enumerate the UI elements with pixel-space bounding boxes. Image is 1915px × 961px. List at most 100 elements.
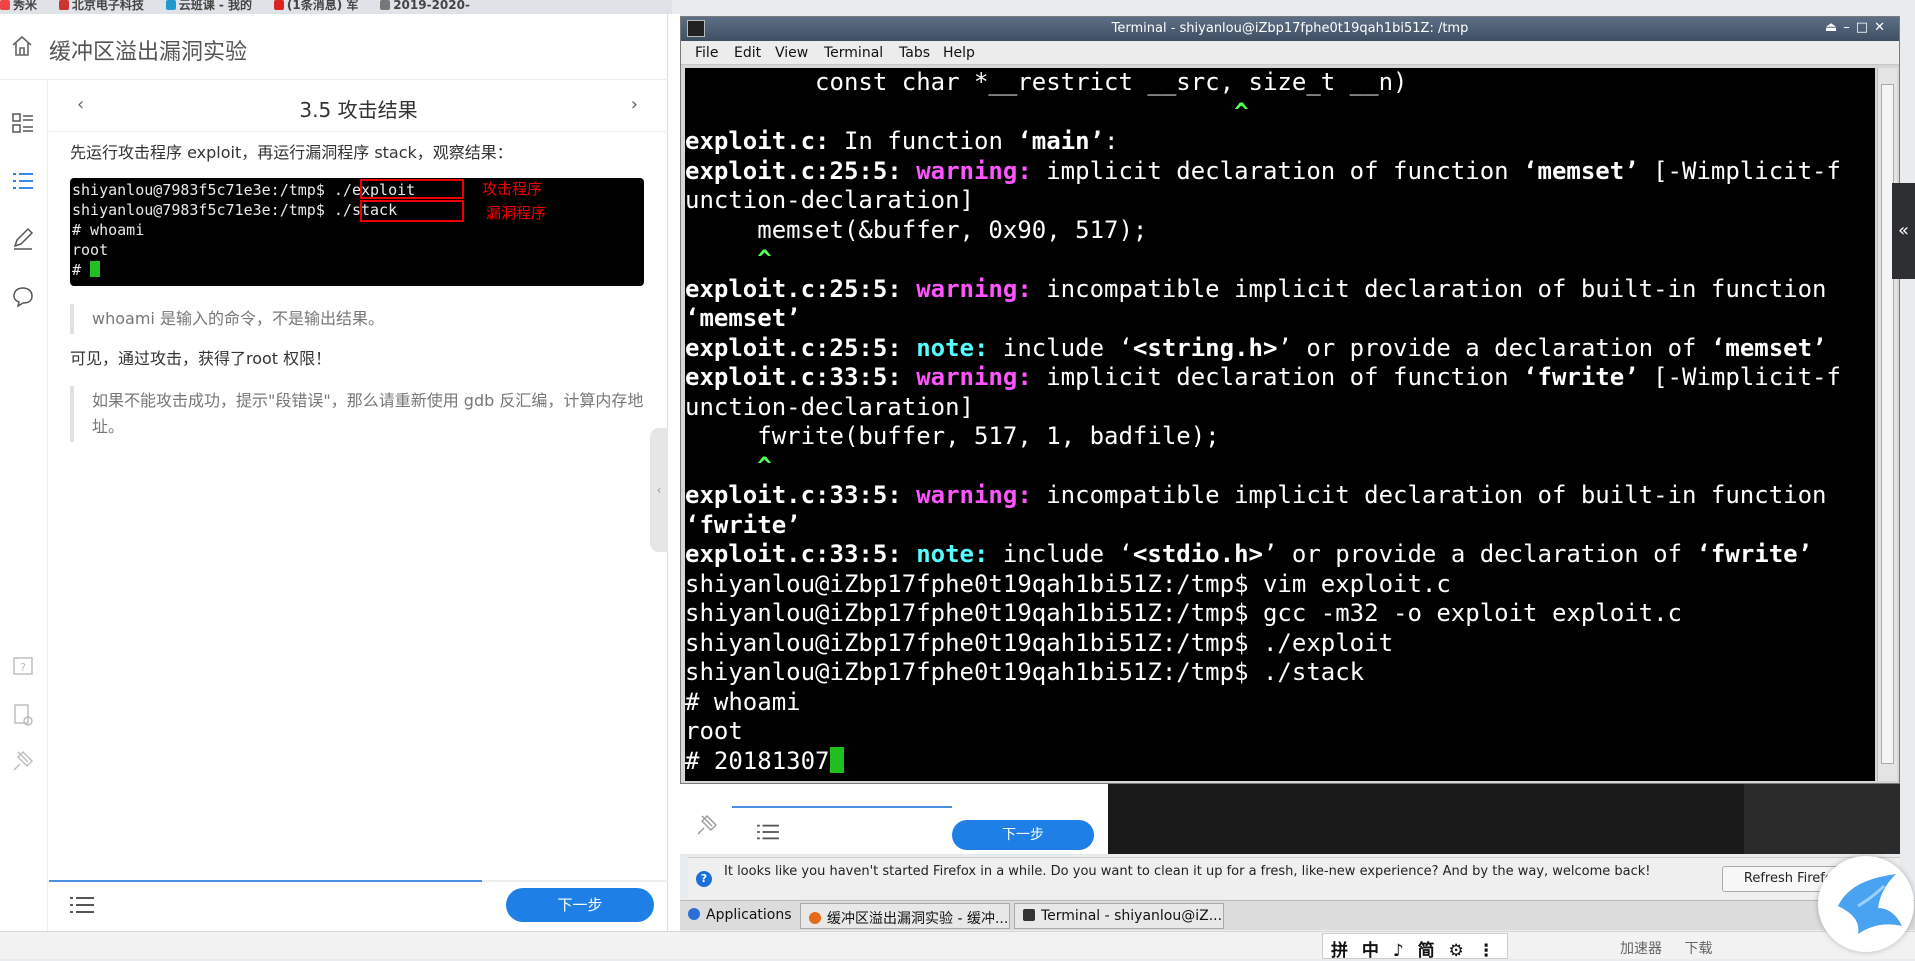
terminal-line: exploit.c:33:5: warning: incompatible im…	[685, 481, 1827, 509]
terminal-line: memset(&buffer, 0x90, 517);	[685, 215, 1148, 244]
ime-toolbar[interactable]: 拼 中 ♪ 简 ⚙ ⋮	[1322, 933, 1508, 961]
collapse-handle[interactable]: ‹	[650, 428, 668, 552]
terminal-line: ‘fwrite’	[685, 510, 801, 539]
menu-edit[interactable]: Edit	[734, 45, 761, 61]
terminal-line: exploit.c:33:5: warning: implicit declar…	[685, 363, 1841, 391]
terminal-line: shiyanlou@iZbp17fphe0t19qah1bi51Z:/tmp$ …	[685, 658, 1365, 686]
step-content: 先运行攻击程序 exploit，再运行漏洞程序 stack，观察结果： shiy…	[70, 140, 650, 442]
next-step-button[interactable]: 下一步	[952, 820, 1094, 850]
terminal-titlebar[interactable]: Terminal - shiyanlou@iZbp17fphe0t19qah1b…	[681, 17, 1899, 41]
terminal-line: ^	[685, 451, 772, 480]
window-controls: ⏏–□✕	[1825, 20, 1891, 35]
firefox-icon	[809, 912, 821, 924]
terminal-line: # whoami	[685, 687, 801, 716]
lab-panel: 缓冲区溢出漏洞实验 ? ‹ 3.5 攻击结果 › 先运行攻击程序 exploit…	[0, 14, 668, 931]
bookmark-item[interactable]: 云班课 - 我的	[165, 0, 252, 13]
firefox-refresh-notification: ? It looks like you haven't started Fire…	[688, 857, 1900, 899]
list-icon[interactable]	[69, 894, 95, 916]
result-screenshot: shiyanlou@7983f5c71e3e:/tmp$ ./exploit s…	[70, 178, 644, 286]
lab-header: 缓冲区溢出漏洞实验	[0, 14, 668, 80]
screenshot-line: #	[72, 260, 642, 280]
step-navigation: ‹ 3.5 攻击结果 ›	[49, 80, 668, 132]
lab-footer: 下一步	[49, 880, 668, 931]
task-terminal[interactable]: Terminal - shiyanlou@iZ...	[1014, 903, 1224, 929]
terminal-line: root	[685, 717, 743, 745]
bookmark-item[interactable]: 北京电子科技	[58, 0, 144, 13]
bookmarks-bar: 秀米 北京电子科技 云班课 - 我的 (1条消息) 军 2019-2020-	[0, 0, 672, 14]
bookmark-item[interactable]: 2019-2020-	[380, 0, 470, 12]
maximize-icon[interactable]: □	[1856, 20, 1874, 35]
terminal-icon	[1023, 909, 1035, 921]
window-gap	[668, 14, 680, 931]
bookmark-item[interactable]: 秀米	[0, 0, 37, 13]
terminal-line: shiyanlou@iZbp17fphe0t19qah1bi51Z:/tmp$ …	[685, 569, 1451, 598]
edit-pencil-icon[interactable]	[10, 226, 36, 252]
menu-tabs[interactable]: Tabs	[899, 45, 930, 61]
background-lab-footer: 下一步	[680, 784, 1108, 854]
pin-icon[interactable]	[694, 812, 720, 838]
lab-title: 缓冲区溢出漏洞实验	[49, 40, 248, 65]
menu-help[interactable]: Help	[943, 45, 975, 61]
tray-items: 加速器 下载	[1620, 938, 1730, 958]
system-tray: 拼 中 ♪ 简 ⚙ ⋮ 加速器 下载	[0, 931, 1915, 961]
terminal-window: Terminal - shiyanlou@iZbp17fphe0t19qah1b…	[680, 16, 1900, 784]
terminal-line: exploit.c:25:5: warning: incompatible im…	[685, 274, 1827, 303]
terminal-line: const char *__restrict __src, size_t __n…	[685, 68, 1408, 96]
accelerator-item[interactable]: 加速器	[1620, 941, 1662, 957]
terminal-line: unction-declaration]	[685, 392, 974, 421]
terminal-line: shiyanlou@iZbp17fphe0t19qah1bi51Z:/tmp$ …	[685, 599, 1682, 627]
menu-view[interactable]: View	[775, 45, 808, 61]
terminal-line: fwrite(buffer, 517, 1, badfile);	[685, 422, 1220, 450]
close-icon[interactable]: ✕	[1874, 20, 1891, 35]
applications-menu[interactable]: Applications	[684, 903, 796, 927]
menu-terminal[interactable]: Terminal	[824, 45, 883, 61]
outline-list-icon[interactable]	[10, 168, 36, 194]
report-icon[interactable]	[10, 702, 36, 728]
background-panel	[1744, 784, 1900, 854]
intro-text: 先运行攻击程序 exploit，再运行漏洞程序 stack，观察结果：	[70, 143, 513, 162]
terminal-line: exploit.c: In function ‘main’:	[685, 127, 1119, 155]
cursor-block	[90, 261, 101, 277]
side-rail: ?	[0, 80, 48, 931]
svg-text:?: ?	[20, 661, 26, 674]
pin-icon[interactable]	[10, 748, 36, 774]
task-firefox[interactable]: 缓冲区溢出漏洞实验 - 缓冲...	[800, 903, 1010, 929]
result-text: 可见，通过攻击，获得了root 权限！	[70, 349, 332, 368]
background-window: 下一步	[680, 784, 1900, 854]
screenshot-line: root	[72, 241, 109, 259]
sidebar-expand-tab[interactable]: «	[1892, 183, 1915, 279]
screenshot-line: shiyanlou@7983f5c71e3e:/tmp$ ./exploit	[72, 181, 416, 199]
terminal-scrollbar[interactable]	[1877, 68, 1897, 781]
terminal-line: ‘memset’	[685, 304, 801, 332]
comment-icon[interactable]	[10, 284, 36, 310]
terminal-output[interactable]: const char *__restrict __src, size_t __n…	[685, 68, 1875, 781]
home-icon[interactable]	[10, 34, 34, 58]
note-segfault: 如果不能攻击成功，提示"段错误"，那么请重新使用 gdb 反汇编，计算内存地址。	[70, 386, 650, 442]
minimize-icon[interactable]: –	[1843, 20, 1856, 35]
terminal-line: exploit.c:25:5: warning: implicit declar…	[685, 156, 1841, 185]
note-whoami: whoami 是输入的命令，不是输出结果。	[70, 304, 650, 334]
list-icon[interactable]	[756, 822, 780, 842]
step-title: 3.5 攻击结果	[299, 98, 418, 122]
shade-icon[interactable]: ⏏	[1825, 20, 1843, 35]
terminal-menubar: File Edit View Terminal Tabs Help	[681, 41, 1899, 65]
terminal-line: ^	[685, 245, 772, 273]
taskbar: Applications 缓冲区溢出漏洞实验 - 缓冲... Terminal …	[680, 900, 1915, 930]
terminal-cursor	[829, 746, 844, 773]
menu-file[interactable]: File	[695, 45, 718, 61]
next-step-chevron-icon[interactable]: ›	[631, 94, 638, 115]
catalog-icon[interactable]	[10, 110, 36, 136]
highlight-box-exploit	[360, 179, 464, 199]
help-icon[interactable]: ?	[10, 654, 36, 680]
label-exploit: 攻击程序	[482, 180, 543, 198]
terminal-line: # 20181307	[685, 746, 1875, 777]
info-icon: ?	[696, 871, 712, 887]
progress-bar	[49, 880, 482, 882]
bookmark-item[interactable]: (1条消息) 军	[273, 0, 358, 13]
terminal-title: Terminal - shiyanlou@iZbp17fphe0t19qah1b…	[1111, 21, 1469, 36]
next-step-button[interactable]: 下一步	[506, 888, 654, 922]
terminal-line: ^	[685, 97, 1249, 126]
download-item[interactable]: 下载	[1684, 941, 1712, 957]
terminal-line: unction-declaration]	[685, 186, 974, 214]
bird-logo-icon	[1818, 856, 1914, 952]
